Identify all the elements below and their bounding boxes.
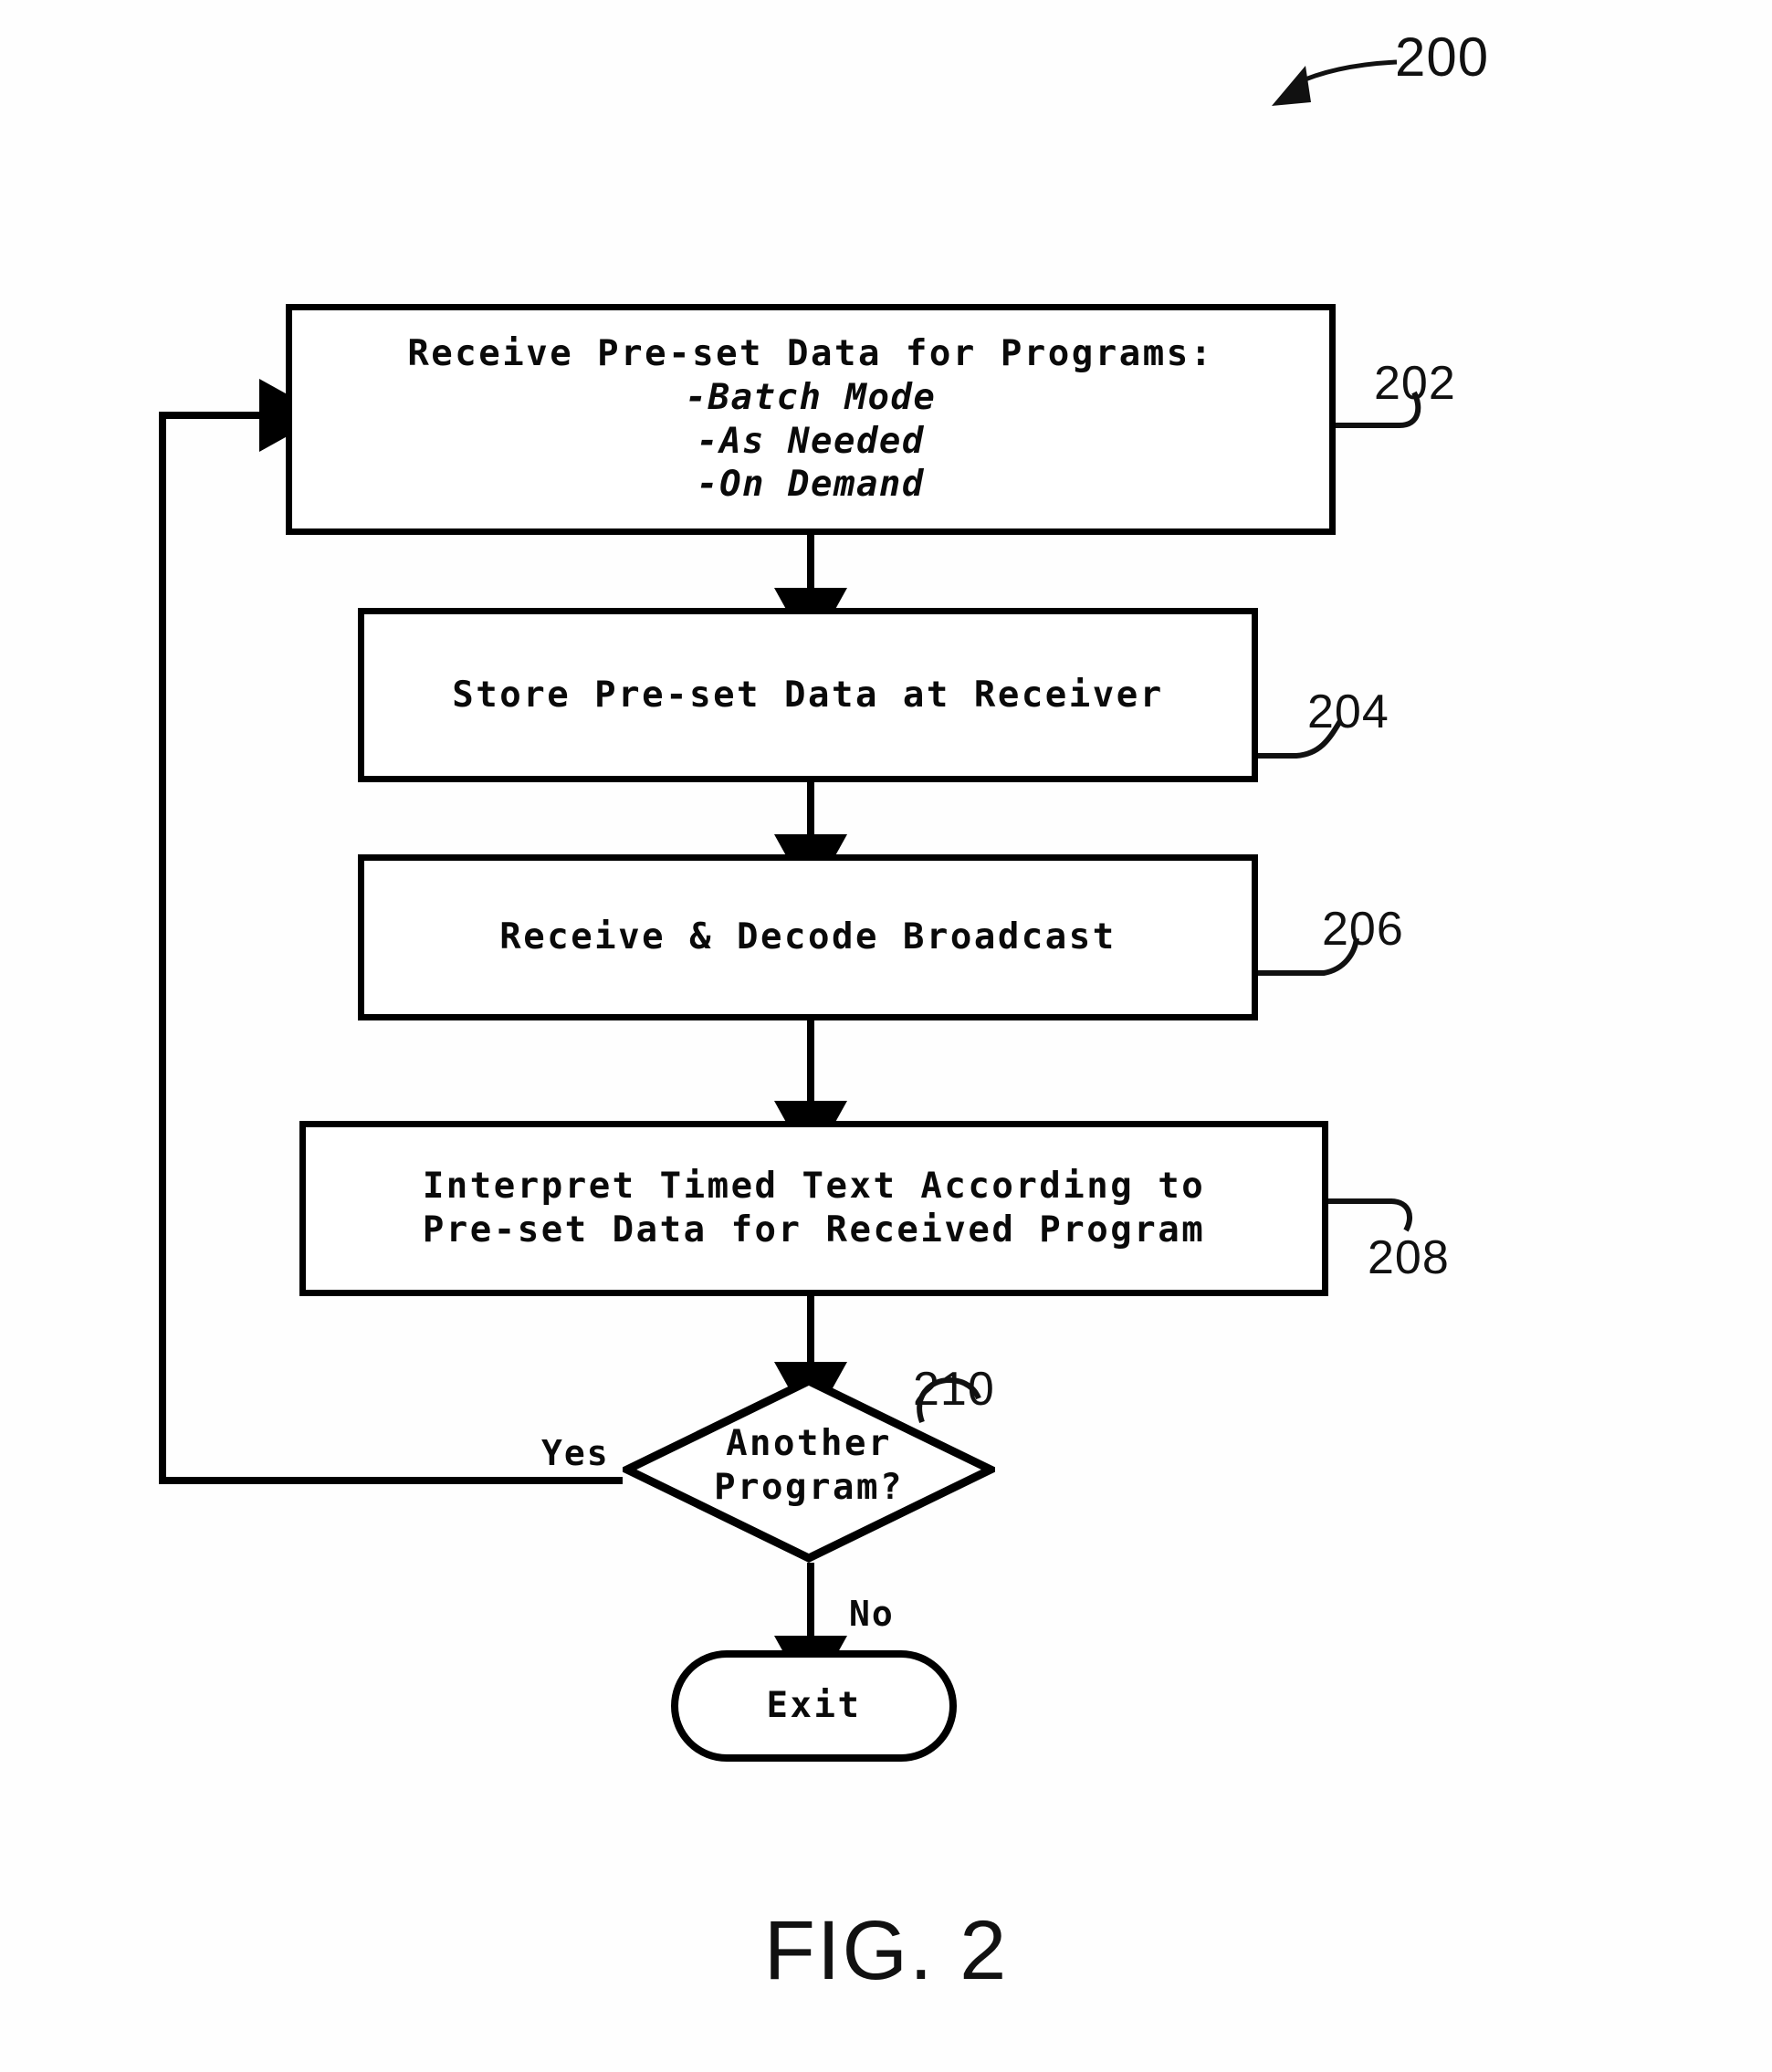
reference-numeral-200: 200 xyxy=(1395,26,1490,88)
reference-numeral-210: 210 xyxy=(913,1363,995,1416)
decision-210-line-1: Another xyxy=(726,1423,892,1464)
process-box-receive-preset-data: Receive Pre-set Data for Programs: -Batc… xyxy=(286,304,1336,535)
step-202-line-1: Receive Pre-set Data for Programs: xyxy=(407,333,1214,375)
step-208-line-2: Pre-set Data for Received Program xyxy=(422,1209,1206,1251)
step-202-line-3: -As Needed xyxy=(697,420,925,462)
reference-numeral-202: 202 xyxy=(1374,357,1456,410)
branch-label-yes: Yes xyxy=(541,1433,610,1473)
step-206-line-1: Receive & Decode Broadcast xyxy=(499,916,1117,958)
process-box-store-preset-data: Store Pre-set Data at Receiver xyxy=(358,608,1258,782)
reference-numeral-206: 206 xyxy=(1322,903,1404,956)
decision-210-line-2: Program? xyxy=(714,1466,904,1508)
reference-numeral-204: 204 xyxy=(1307,685,1389,738)
terminator-exit: Exit xyxy=(671,1650,957,1762)
reference-numeral-208: 208 xyxy=(1368,1231,1450,1284)
branch-label-no: No xyxy=(849,1594,895,1634)
leader-200 xyxy=(1293,59,1398,87)
step-202-line-4: -On Demand xyxy=(697,464,925,506)
terminator-exit-label: Exit xyxy=(766,1685,862,1727)
patent-figure-page: Receive Pre-set Data for Programs: -Batc… xyxy=(0,0,1772,2072)
step-208-line-1: Interpret Timed Text According to xyxy=(422,1166,1206,1208)
process-box-receive-decode-broadcast: Receive & Decode Broadcast xyxy=(358,854,1258,1020)
process-box-interpret-timed-text: Interpret Timed Text According to Pre-se… xyxy=(299,1121,1328,1296)
step-204-line-1: Store Pre-set Data at Receiver xyxy=(452,674,1164,716)
figure-caption: FIG. 2 xyxy=(763,1904,1009,1997)
step-202-line-2: -Batch Mode xyxy=(685,376,937,418)
leader-200-arrowhead xyxy=(1272,66,1311,106)
